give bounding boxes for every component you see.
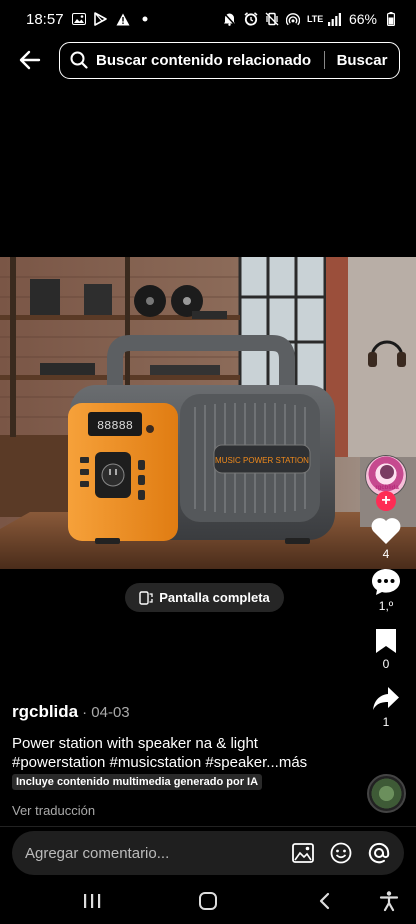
music-disc[interactable] — [367, 774, 406, 813]
fullscreen-button[interactable]: Pantalla completa — [125, 583, 284, 612]
play-store-icon — [94, 12, 108, 26]
back-button[interactable] — [8, 41, 52, 79]
back-nav-icon[interactable] — [310, 888, 338, 914]
accessibility-icon[interactable] — [375, 888, 403, 914]
heart-icon — [371, 518, 401, 544]
search-row: Buscar contenido relacionado Buscar — [0, 41, 416, 79]
divider — [0, 826, 416, 827]
dot-icon — [138, 12, 152, 26]
image-icon — [71, 12, 86, 26]
network-type: LTE — [306, 13, 324, 24]
like-count: 4 — [382, 547, 390, 561]
mention-icon[interactable] — [364, 838, 394, 868]
comment-bar: Agregar comentario... — [12, 831, 404, 875]
description-line-2: #powerstation #musicstation #speaker...m… — [12, 753, 362, 772]
ai-content-label: Incluye contenido multimedia generado po… — [12, 774, 263, 790]
emoji-icon[interactable] — [326, 838, 356, 868]
bookmark-icon — [376, 629, 396, 653]
save-button[interactable]: 0 — [374, 627, 398, 671]
power-station-image: MUSIC POWER STATION 88888 — [0, 257, 416, 569]
share-count: 1 — [382, 715, 390, 729]
search-input[interactable]: Buscar contenido relacionado Buscar — [59, 41, 400, 79]
hotspot-icon — [285, 12, 300, 26]
comment-button[interactable]: 1,º — [370, 567, 402, 613]
vibrate-icon — [265, 12, 279, 26]
status-right: LTE 66% — [223, 11, 398, 27]
search-button[interactable]: Buscar — [325, 52, 399, 69]
comment-count: 1,º — [378, 599, 394, 613]
image-picker-icon[interactable] — [288, 838, 318, 868]
comment-bubble-icon — [372, 569, 400, 595]
status-left: 18:57 — [26, 11, 152, 28]
post-date: · 04-03 — [82, 704, 130, 721]
status-time: 18:57 — [26, 10, 64, 28]
battery-percent: 66% — [348, 11, 377, 27]
warning-icon — [116, 12, 130, 26]
device-display: 88888 — [97, 419, 133, 433]
description-line-1: Power station with speaker na & light — [12, 735, 258, 752]
caption: rgcblida · 04-03 Power station with spea… — [12, 702, 362, 818]
side-actions: rgcblida + 4 1,º 0 1 — [356, 455, 416, 729]
fullscreen-icon — [139, 590, 153, 605]
author-line: rgcblida · 04-03 — [12, 702, 362, 722]
share-button[interactable]: 1 — [371, 685, 401, 729]
save-count: 0 — [382, 657, 390, 671]
author-name[interactable]: rgcblida — [12, 702, 78, 722]
author-avatar[interactable]: rgcblida + — [365, 455, 407, 511]
description[interactable]: Power station with speaker na & light #p… — [12, 734, 362, 772]
comment-input[interactable]: Agregar comentario... — [25, 845, 280, 862]
follow-plus-button[interactable]: + — [376, 491, 396, 511]
translate-link[interactable]: Ver traducción — [12, 803, 362, 818]
recent-apps-icon[interactable] — [78, 888, 106, 914]
status-bar: 18:57 LTE 66% — [0, 0, 416, 38]
share-arrow-icon — [373, 687, 399, 710]
search-icon — [70, 51, 88, 69]
battery-icon — [384, 12, 398, 26]
video-frame[interactable]: MUSIC POWER STATION 88888 — [0, 257, 416, 569]
arrow-left-icon — [19, 50, 41, 70]
signal-icon — [328, 12, 342, 26]
more-link[interactable]: más — [279, 754, 307, 771]
alarm-icon — [244, 12, 258, 26]
like-button[interactable]: 4 — [370, 515, 402, 561]
product-label: MUSIC POWER STATION — [215, 456, 309, 465]
home-icon[interactable] — [194, 888, 222, 914]
search-placeholder: Buscar contenido relacionado — [96, 51, 312, 69]
system-nav-bar — [0, 878, 416, 924]
fullscreen-label: Pantalla completa — [159, 590, 270, 605]
mute-icon — [223, 12, 237, 26]
hashtags[interactable]: #powerstation #musicstation #speaker... — [12, 754, 279, 771]
